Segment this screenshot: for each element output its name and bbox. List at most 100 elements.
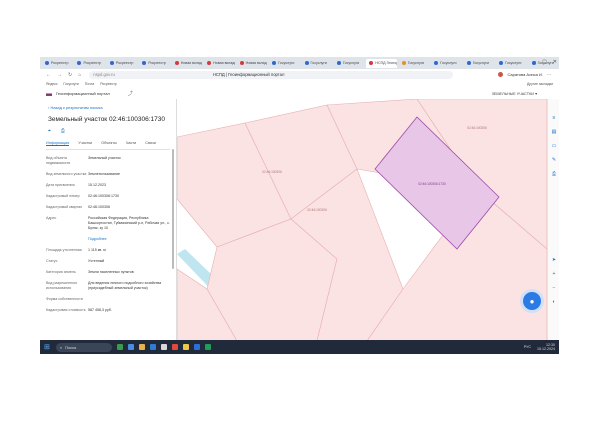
browser-tab[interactable]: Росреестр (139, 59, 169, 68)
browser-tab[interactable]: Госуслуги (334, 59, 364, 68)
back-arrow-icon[interactable]: ← (46, 72, 51, 78)
russia-flag-icon (46, 91, 52, 96)
search-icon: ⌕ (59, 344, 63, 350)
attribute-row: Форма собственности (46, 297, 176, 302)
app-icon[interactable] (127, 344, 134, 350)
browser-tab-label: Госуслуги (440, 61, 457, 65)
bookmark-item[interactable]: Росреестр (100, 82, 116, 86)
browser-tab[interactable]: Новая вкладка (172, 59, 202, 68)
favicon-icon (174, 61, 179, 65)
layer-dropdown-label: ЗЕМЕЛЬНЫЕ УЧАСТКИ (491, 92, 535, 96)
yandex-browser-icon[interactable] (182, 344, 189, 350)
browser-tab[interactable]: Новая вкладка (204, 59, 235, 68)
app-icon[interactable] (160, 344, 167, 350)
browser-tab-label: Росреестр (51, 61, 69, 65)
zoom-out-icon[interactable]: − (550, 285, 558, 291)
page-title: НСПД | Геоинформационный портал (212, 72, 285, 77)
word-icon[interactable] (193, 344, 200, 350)
profile-name: Саратова Алиса И. (507, 72, 543, 77)
browser-tab-label: НСПД Геопортал (375, 61, 397, 65)
chat-icon[interactable]: ● (523, 292, 541, 310)
cadastral-map: 02:46:100306:1730 02:46:100306 02:46:100… (176, 98, 548, 342)
print-map-icon[interactable]: ⎙ (550, 171, 558, 177)
app-icon[interactable] (204, 344, 211, 350)
attribute-key: Категория земель (46, 270, 76, 274)
browser-tab[interactable]: Новая вкладка (237, 59, 267, 68)
layers-icon[interactable]: ≡ (550, 115, 558, 121)
tab-info[interactable]: Информация (46, 141, 70, 146)
app-icon[interactable] (116, 344, 123, 350)
avatar (498, 72, 504, 77)
browser-tab[interactable]: Госуслуги (464, 59, 494, 68)
minimize-icon[interactable]: – (533, 59, 536, 65)
browser-tab[interactable]: Госуслуги (302, 59, 332, 68)
reload-icon[interactable]: ↻ (68, 72, 72, 78)
clock-date: 15.12.2024 (537, 347, 555, 351)
browser-tab[interactable]: НСПД Геопортал (366, 58, 397, 68)
attribute-key: Кадастровая стоимость (46, 308, 86, 312)
close-icon[interactable]: ✕ (553, 59, 557, 65)
bookmark-item[interactable]: Почта (85, 82, 94, 86)
folder-icon[interactable] (138, 344, 145, 350)
locate-icon[interactable]: ➤ (550, 257, 558, 263)
favicon-icon (401, 61, 406, 65)
tab-parcels[interactable]: Участки (78, 141, 92, 146)
attribute-row: Адрес Российская Федерация, Республика Ба… (46, 216, 176, 231)
share-icon[interactable]: ⤴ (128, 90, 133, 97)
profile-button[interactable]: Саратова Алиса И. ⋯ (498, 72, 551, 77)
browser-tab[interactable]: Госуслуги (496, 59, 526, 68)
browser-tab-label: Новая вкладка (245, 61, 267, 65)
forward-arrow-icon[interactable]: → (57, 72, 62, 78)
back-link[interactable]: ‹ Назад к результатам поиска (48, 105, 176, 110)
draw-icon[interactable]: ✎ (550, 157, 558, 163)
browser-tab[interactable]: Росреестр (42, 59, 72, 68)
browser-tab[interactable]: Госуслуги (431, 59, 461, 68)
attribute-key: Форма собственности (46, 297, 83, 301)
object-title: Земельный участок 02:46:100306:1730 (48, 116, 165, 123)
panel-scrollbar[interactable] (172, 149, 174, 269)
attribute-value: Землепользование (88, 172, 121, 176)
browser-tab[interactable]: Росреестр (107, 59, 137, 68)
app-icon[interactable] (171, 344, 178, 350)
browser-tab-label: Госуслуги (310, 61, 327, 65)
favicon-icon (434, 61, 439, 65)
tab-links[interactable]: Связи (145, 141, 156, 146)
url-host: nspd.gov.ru (93, 72, 115, 77)
browser-tab-label: Новая вкладка (180, 61, 202, 65)
clock[interactable]: 12:30 15.12.2024 (537, 343, 555, 351)
bookmark-item[interactable]: Госуслуги (63, 82, 78, 86)
menu-dots-icon[interactable]: ⋯ (547, 72, 551, 77)
zoom-in-icon[interactable]: + (550, 271, 558, 277)
attribute-key: Дата присвоения (46, 183, 75, 187)
taskbar-search[interactable]: ⌕ Поиск (55, 342, 112, 352)
bookmark-item[interactable]: Яндекс (46, 82, 57, 86)
attribute-key (46, 237, 88, 242)
browser-tab-label: Росреестр (115, 61, 134, 65)
map-label: 02:46:100306 (467, 126, 487, 130)
tab-objects[interactable]: Объекты (101, 141, 117, 146)
details-link[interactable]: Подробнее (88, 237, 170, 242)
favicon-icon (45, 61, 49, 65)
browser-tab[interactable]: Госуслуги (399, 59, 429, 68)
tab-parts[interactable]: Части (126, 141, 136, 146)
browser-tab[interactable]: Росреестр (74, 59, 104, 68)
attribute-key: Статус (46, 259, 58, 263)
layer-dropdown[interactable]: ЗЕМЕЛЬНЫЕ УЧАСТКИ ▾ (492, 91, 537, 96)
pin-icon[interactable]: ⌖ (48, 128, 51, 134)
browser-icon[interactable] (149, 344, 156, 350)
bookmark-icon[interactable]: ▤ (550, 129, 558, 135)
map-toolbar: ≡ ▤ ▭ ✎ ⎙ ➤ + − ◐ (547, 99, 559, 354)
print-icon[interactable]: ⎙ (61, 128, 65, 134)
attribute-value (88, 297, 170, 302)
home-icon[interactable]: ⌂ (78, 72, 81, 78)
ruler-icon[interactable]: ▭ (550, 143, 558, 149)
bookmarks-bar: Яндекс Госуслуги Почта Росреестр Другие … (40, 80, 559, 88)
url-input[interactable]: nspd.gov.ru НСПД | Геоинформационный пор… (89, 70, 454, 79)
compass-icon[interactable]: ◐ (550, 299, 558, 305)
maximize-icon[interactable]: ▢ (542, 59, 547, 65)
browser-tab[interactable]: Госуслуги (269, 59, 299, 68)
other-bookmarks[interactable]: Другие закладки (527, 82, 553, 86)
map-canvas[interactable]: 02:46:100306:1730 02:46:100306 02:46:100… (176, 98, 548, 342)
language-indicator[interactable]: РУС (524, 345, 531, 349)
windows-start-icon[interactable]: ⊞ (44, 343, 50, 351)
